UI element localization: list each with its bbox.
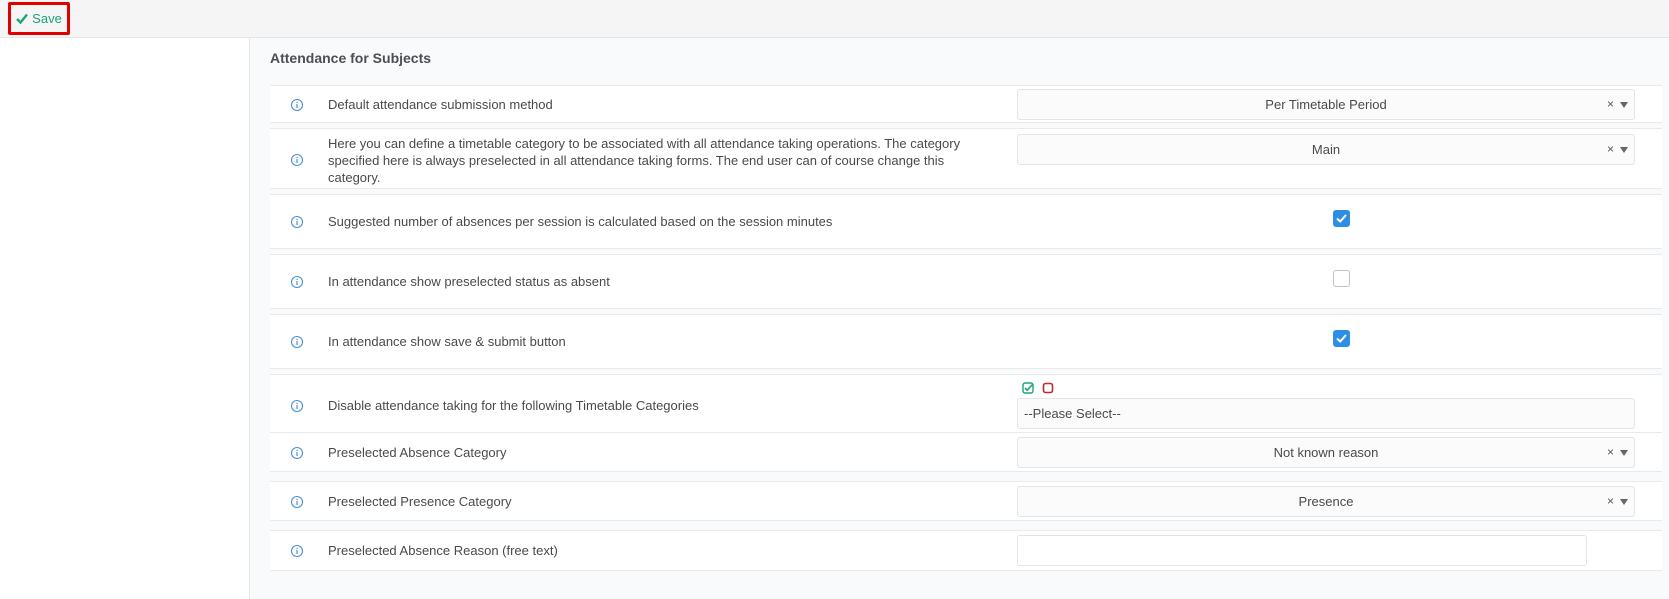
setting-label: Default attendance submission method [328, 97, 553, 112]
setting-row-absence-category: Preselected Absence Category Not known r… [270, 432, 1662, 472]
chevron-down-icon[interactable] [1620, 147, 1628, 153]
timetable-categories-multiselect[interactable]: --Please Select-- [1017, 398, 1635, 429]
setting-row-presence-category: Preselected Presence Category Presence × [270, 481, 1662, 521]
chevron-down-icon[interactable] [1620, 102, 1628, 108]
save-submit-checkbox[interactable] [1333, 330, 1350, 347]
timetable-category-select[interactable]: Main × [1017, 134, 1635, 165]
setting-label: Here you can define a timetable category… [328, 136, 961, 185]
select-value: Not known reason [1273, 445, 1379, 460]
info-icon[interactable] [290, 544, 304, 558]
setting-label: Preselected Absence Reason (free text) [328, 543, 558, 558]
setting-row-save-submit-button: In attendance show save & submit button [270, 314, 1662, 369]
info-icon[interactable] [290, 335, 304, 349]
left-sidebar [0, 38, 250, 599]
chevron-down-icon[interactable] [1620, 499, 1628, 505]
deselect-all-icon[interactable] [1042, 382, 1054, 394]
save-button[interactable]: Save [8, 2, 70, 35]
chevron-down-icon[interactable] [1620, 450, 1628, 456]
clear-icon[interactable]: × [1607, 445, 1614, 459]
toolbar: Save [0, 0, 1669, 38]
submission-method-select[interactable]: Per Timetable Period × [1017, 89, 1635, 120]
setting-label: Preselected Absence Category [328, 445, 507, 460]
clear-icon[interactable]: × [1607, 142, 1614, 156]
clear-icon[interactable]: × [1607, 97, 1614, 111]
setting-row-timetable-category: Here you can define a timetable category… [270, 128, 1662, 189]
setting-row-absences-per-session: Suggested number of absences per session… [270, 194, 1662, 249]
clear-icon[interactable]: × [1607, 494, 1614, 508]
select-value: Per Timetable Period [1265, 97, 1387, 112]
presence-category-select[interactable]: Presence × [1017, 486, 1635, 517]
info-icon[interactable] [290, 446, 304, 460]
info-icon[interactable] [290, 495, 304, 509]
section-title: Attendance for Subjects [270, 50, 432, 66]
check-icon [1336, 334, 1347, 343]
check-icon [16, 13, 29, 24]
setting-label: In attendance show preselected status as… [328, 274, 610, 289]
select-all-icon[interactable] [1022, 382, 1034, 394]
select-value: Presence [1298, 494, 1354, 509]
settings-panel: Attendance for Subjects Default attendan… [250, 38, 1669, 599]
absences-per-session-checkbox[interactable] [1333, 210, 1350, 227]
setting-label: In attendance show save & submit button [328, 334, 566, 349]
select-placeholder: --Please Select-- [1024, 406, 1121, 421]
setting-label: Preselected Presence Category [328, 494, 512, 509]
setting-row-absence-reason: Preselected Absence Reason (free text) [270, 530, 1662, 571]
preselected-absent-checkbox[interactable] [1333, 270, 1350, 287]
setting-row-submission-method: Default attendance submission method Per… [270, 85, 1662, 123]
save-label: Save [32, 11, 62, 26]
setting-row-disable-categories: Disable attendance taking for the follow… [270, 374, 1662, 438]
info-icon[interactable] [290, 153, 304, 167]
absence-category-select[interactable]: Not known reason × [1017, 437, 1635, 468]
check-icon [1336, 214, 1347, 223]
info-icon[interactable] [290, 215, 304, 229]
setting-label: Disable attendance taking for the follow… [328, 398, 699, 413]
absence-reason-input[interactable] [1017, 535, 1587, 566]
setting-row-preselected-absent: In attendance show preselected status as… [270, 254, 1662, 309]
info-icon[interactable] [290, 98, 304, 112]
select-actions [1022, 382, 1054, 394]
info-icon[interactable] [290, 275, 304, 289]
setting-label: Suggested number of absences per session… [328, 214, 833, 229]
select-value: Main [1311, 142, 1341, 157]
info-icon[interactable] [290, 399, 304, 413]
